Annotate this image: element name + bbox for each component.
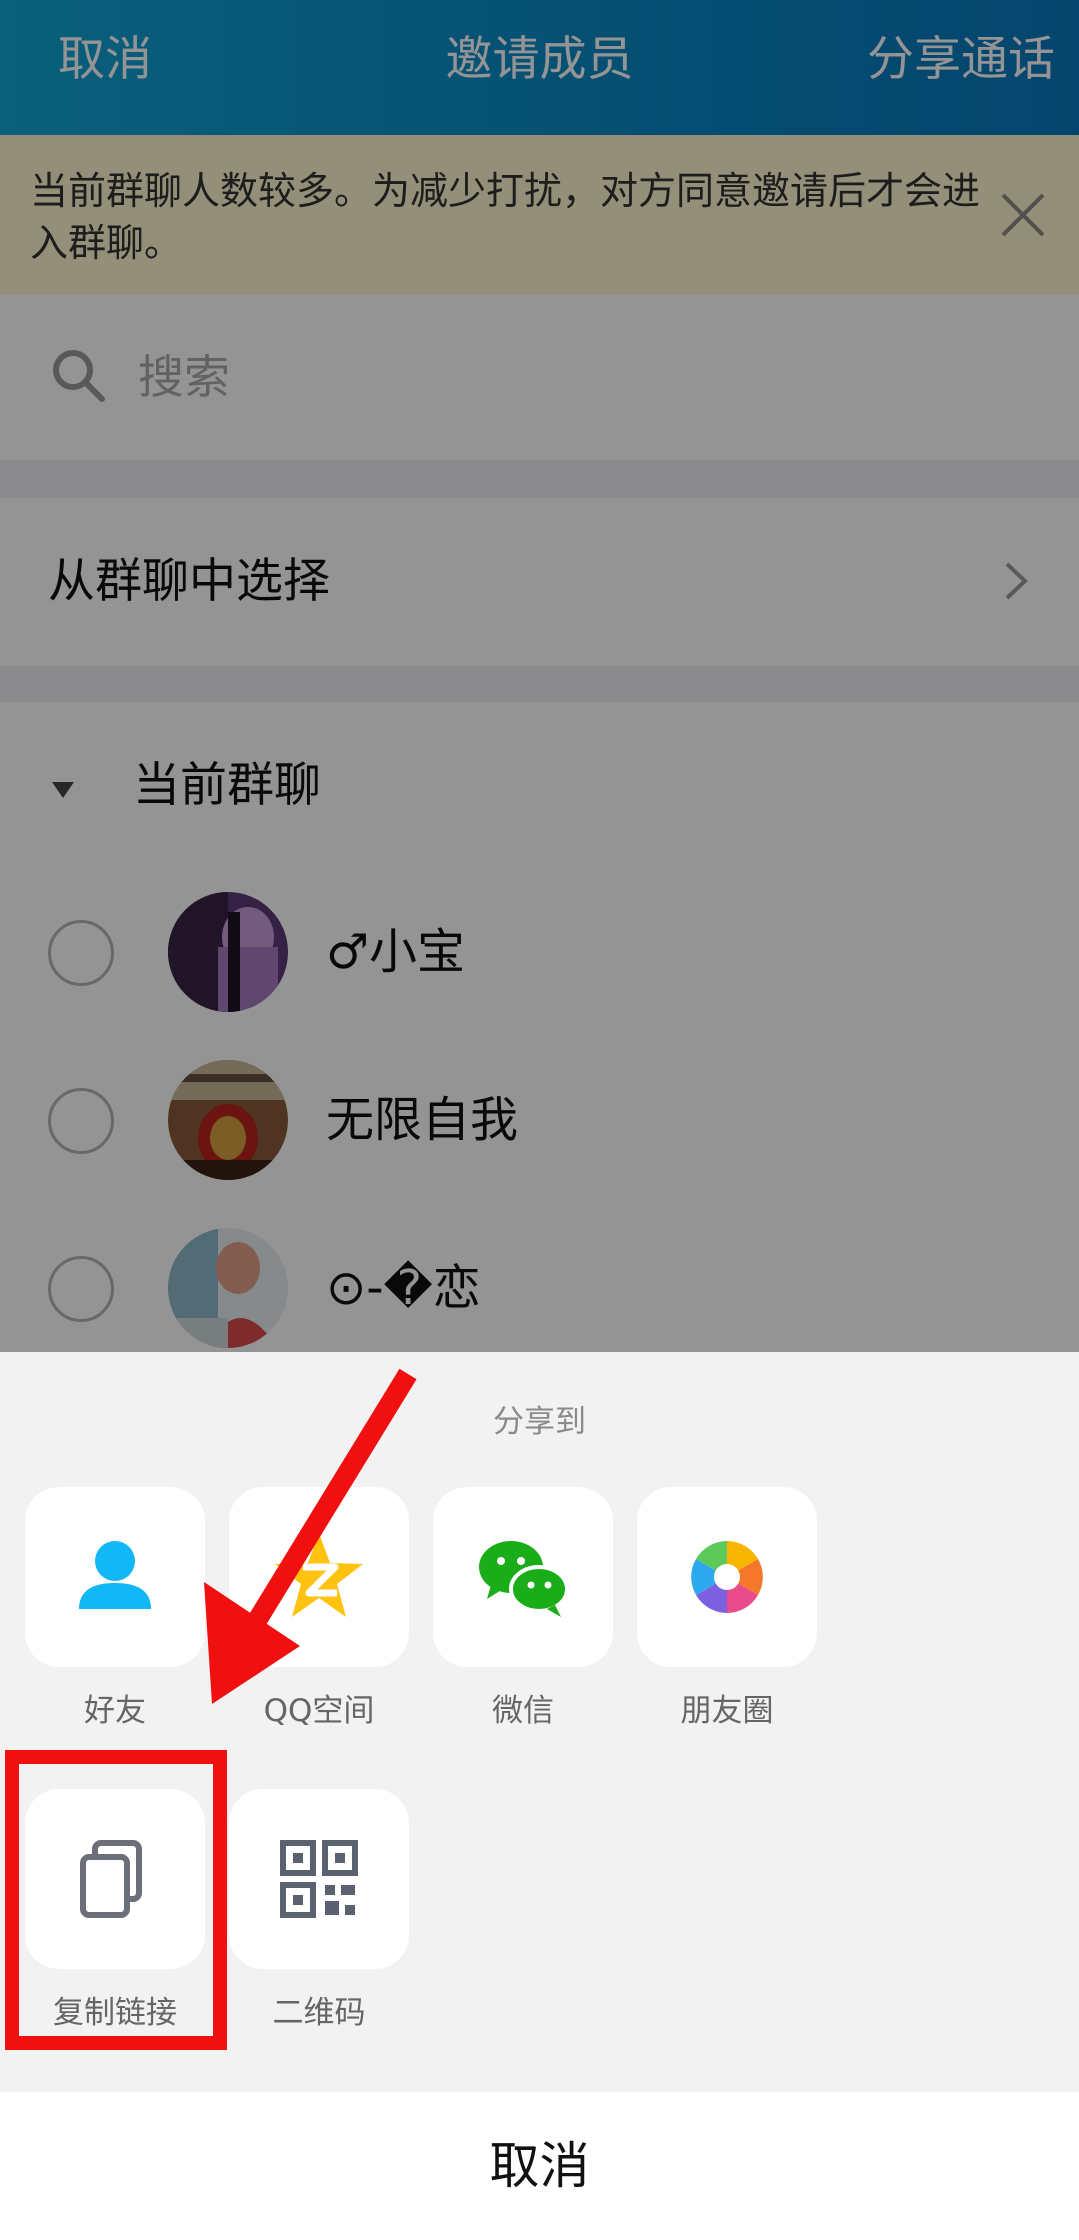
share-wechat-button[interactable]: 微信 bbox=[433, 1487, 613, 1731]
friend-icon bbox=[79, 1541, 151, 1609]
annotation-highlight-box bbox=[5, 1750, 227, 2050]
share-item-label: 朋友圈 bbox=[680, 1693, 774, 1729]
share-item-label: 好友 bbox=[84, 1693, 146, 1729]
modal-dim-overlay[interactable] bbox=[0, 0, 1079, 1352]
share-sheet-title: 分享到 bbox=[493, 1404, 586, 1440]
qr-code-icon bbox=[280, 1840, 358, 1918]
qr-code-button[interactable]: 二维码 bbox=[229, 1789, 409, 2033]
annotation-arrow-icon bbox=[204, 1368, 417, 1704]
moments-aperture-icon bbox=[691, 1541, 763, 1613]
screen: 取消 邀请成员 分享通话 当前群聊人数较多。为减少打扰，对方同意邀请后才会进入群… bbox=[0, 0, 1079, 2240]
share-item-label: 微信 bbox=[492, 1693, 554, 1729]
share-friend-button[interactable]: 好友 bbox=[25, 1487, 205, 1731]
share-moments-button[interactable]: 朋友圈 bbox=[637, 1487, 817, 1731]
wechat-icon bbox=[479, 1541, 569, 1617]
share-item-label: 二维码 bbox=[272, 1995, 366, 2031]
cancel-button[interactable]: 取消 bbox=[0, 2092, 1079, 2240]
